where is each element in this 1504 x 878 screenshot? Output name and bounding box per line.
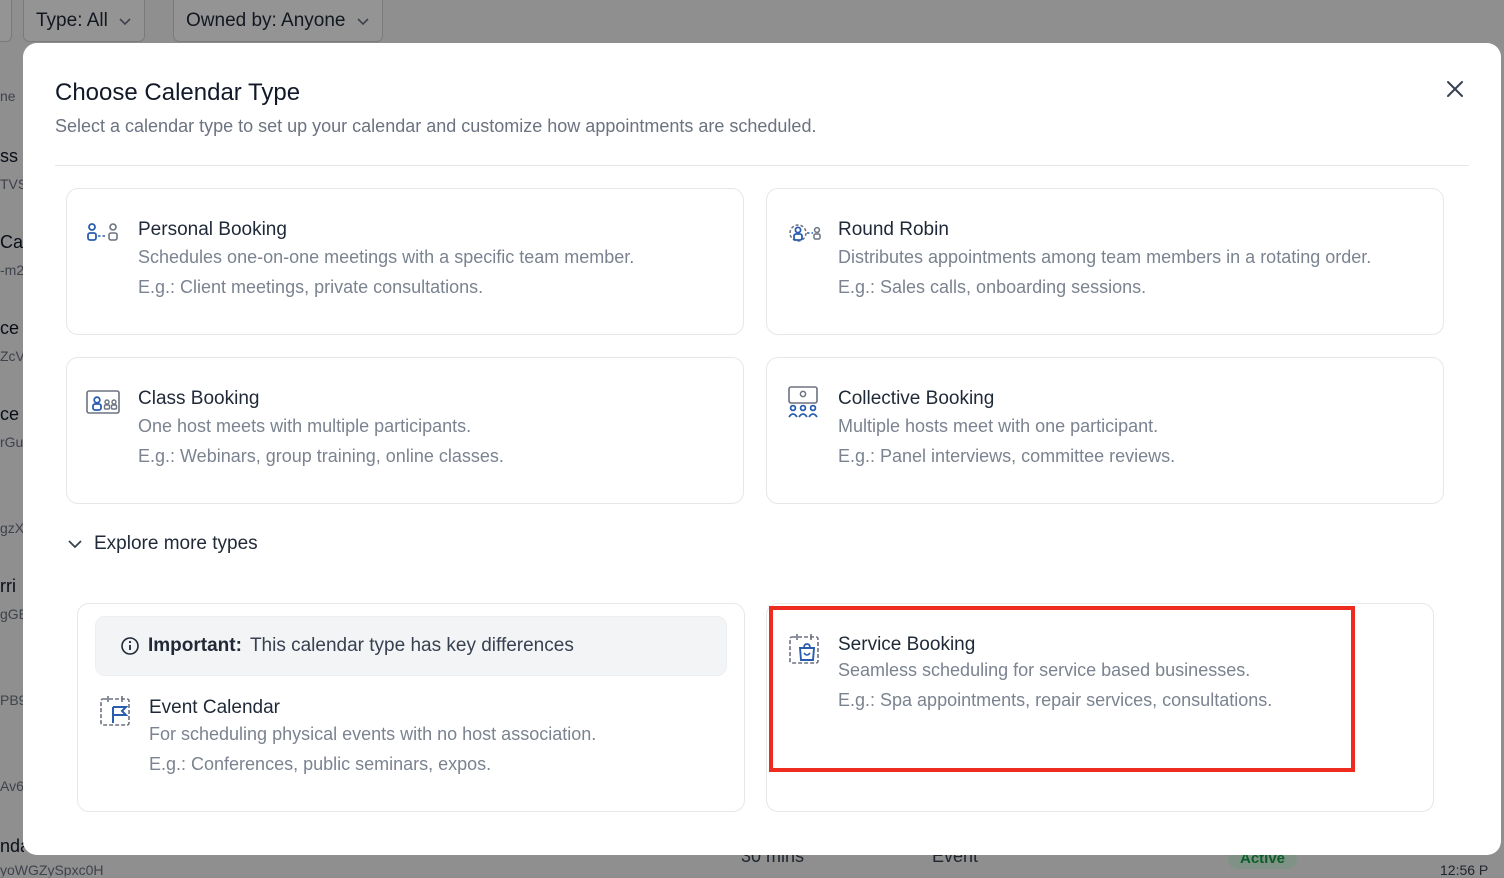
card-title: Class Booking bbox=[138, 388, 260, 409]
chevron-down-icon bbox=[68, 540, 82, 549]
card-description: One host meets with multiple participant… bbox=[138, 416, 472, 436]
card-example: E.g.: Conferences, public seminars, expo… bbox=[149, 754, 492, 774]
card-title: Personal Booking bbox=[138, 219, 287, 240]
class-booking-card[interactable]: Class Booking One host meets with multip… bbox=[66, 357, 744, 504]
collective-booking-card[interactable]: Collective Booking Multiple hosts meet w… bbox=[766, 357, 1444, 504]
important-text: This calendar type has key differences bbox=[249, 635, 574, 656]
explore-more-label: Explore more types bbox=[94, 533, 258, 554]
card-title: Service Booking bbox=[838, 634, 976, 655]
card-example: E.g.: Client meetings, private consultat… bbox=[138, 277, 484, 297]
card-description: Multiple hosts meet with one participant… bbox=[838, 416, 1159, 436]
event-calendar-icon bbox=[100, 696, 130, 726]
card-description: Schedules one-on-one meetings with a spe… bbox=[138, 247, 635, 267]
card-description: Seamless scheduling for service based bu… bbox=[838, 660, 1251, 680]
round-robin-icon bbox=[789, 224, 821, 242]
important-label: Important: bbox=[148, 635, 242, 656]
close-button[interactable] bbox=[1441, 75, 1469, 103]
card-description: Distributes appointments among team memb… bbox=[838, 247, 1372, 267]
round-robin-card[interactable]: Round Robin Distributes appointments amo… bbox=[766, 188, 1444, 335]
personal-booking-icon bbox=[87, 223, 118, 241]
explore-more-types-toggle[interactable]: Explore more types bbox=[66, 533, 258, 555]
card-example: E.g.: Webinars, group training, online c… bbox=[138, 446, 504, 466]
card-title: Collective Booking bbox=[838, 388, 995, 409]
modal-title: Choose Calendar Type bbox=[55, 79, 301, 106]
card-example: E.g.: Spa appointments, repair services,… bbox=[838, 690, 1273, 710]
header-divider bbox=[55, 165, 1469, 166]
info-icon bbox=[121, 637, 139, 655]
close-icon bbox=[1447, 81, 1463, 97]
card-title: Event Calendar bbox=[149, 697, 280, 718]
collective-booking-icon bbox=[788, 386, 818, 418]
modal-subtitle: Select a calendar type to set up your ca… bbox=[55, 116, 817, 136]
personal-booking-card[interactable]: Personal Booking Schedules one-on-one me… bbox=[66, 188, 744, 335]
event-calendar-card[interactable]: Important: This calendar type has key di… bbox=[77, 603, 745, 812]
card-example: E.g.: Sales calls, onboarding sessions. bbox=[838, 277, 1147, 297]
class-booking-icon bbox=[86, 390, 120, 414]
card-example: E.g.: Panel interviews, committee review… bbox=[838, 446, 1176, 466]
important-notice: Important: This calendar type has key di… bbox=[95, 616, 727, 676]
service-booking-icon bbox=[789, 634, 819, 664]
service-booking-card[interactable]: Service Booking Seamless scheduling for … bbox=[766, 603, 1434, 812]
card-title: Round Robin bbox=[838, 219, 949, 240]
card-description: For scheduling physical events with no h… bbox=[149, 724, 597, 744]
choose-calendar-type-modal: Choose Calendar Type Select a calendar t… bbox=[23, 43, 1501, 855]
